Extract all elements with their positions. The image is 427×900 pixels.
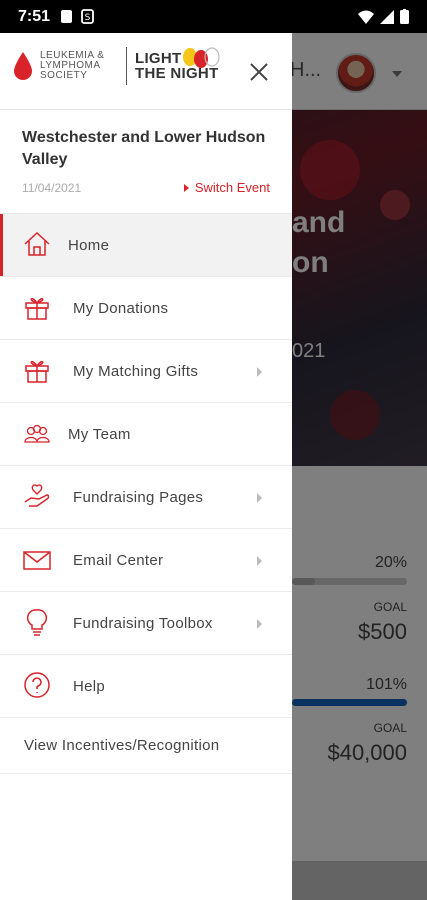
battery-icon	[400, 9, 409, 24]
navigation-drawer: LEUKEMIA & LYMPHOMA SOCIETY LIGHT THE NI…	[0, 33, 292, 900]
chevron-right-icon	[257, 619, 262, 629]
help-icon	[24, 672, 50, 698]
menu-item-label: My Matching Gifts	[73, 362, 199, 380]
gift-icon	[25, 297, 49, 320]
chevron-right-icon	[257, 493, 262, 503]
home-icon	[24, 231, 50, 256]
close-icon[interactable]	[248, 61, 270, 83]
team-icon	[24, 424, 50, 443]
envelope-icon	[23, 551, 51, 570]
menu-item-label: My Team	[68, 425, 131, 443]
menu-item-view-incentives[interactable]: View Incentives/Recognition	[0, 718, 292, 774]
status-time: 7:51	[18, 7, 51, 25]
notification-s-icon: S	[81, 9, 94, 24]
event-info: Westchester and Lower Hudson Valley 11/0…	[0, 110, 292, 214]
wifi-icon	[358, 10, 374, 24]
menu-item-email-center[interactable]: Email Center	[0, 529, 292, 592]
balloons-icon	[183, 47, 220, 68]
chevron-right-icon	[257, 367, 262, 377]
chevron-right-icon	[257, 556, 262, 566]
lls-wordmark: LEUKEMIA & LYMPHOMA SOCIETY	[40, 50, 105, 81]
menu-item-label: View Incentives/Recognition	[24, 737, 220, 754]
menu-item-my-donations[interactable]: My Donations	[0, 277, 292, 340]
menu-item-label: Fundraising Pages	[73, 488, 204, 506]
menu-item-fundraising-pages[interactable]: Fundraising Pages	[0, 466, 292, 529]
notification-doc-icon	[61, 10, 73, 23]
status-bar: 7:51 S	[0, 0, 427, 33]
menu-item-help[interactable]: Help	[0, 655, 292, 718]
logo-divider	[126, 47, 127, 85]
status-icons	[358, 9, 409, 24]
menu-item-label: Home	[68, 236, 110, 254]
menu-item-my-team[interactable]: My Team	[0, 403, 292, 466]
svg-text:S: S	[85, 13, 91, 23]
hand-heart-icon	[24, 484, 50, 507]
menu-item-label: Email Center	[73, 551, 164, 569]
switch-event-label: Switch Event	[194, 180, 270, 195]
switch-event-link[interactable]: Switch Event	[183, 180, 270, 195]
drawer-menu: Home My Donations My Matching Gifts My T…	[0, 214, 292, 774]
signal-icon	[380, 9, 394, 24]
menu-item-label: Fundraising Toolbox	[73, 614, 213, 632]
lightbulb-icon	[26, 609, 48, 636]
menu-item-fundraising-toolbox[interactable]: Fundraising Toolbox	[0, 592, 292, 655]
menu-item-home[interactable]: Home	[0, 214, 292, 277]
gift-icon	[25, 360, 49, 383]
menu-item-my-matching-gifts[interactable]: My Matching Gifts	[0, 340, 292, 403]
drawer-header: LEUKEMIA & LYMPHOMA SOCIETY LIGHT THE NI…	[0, 33, 292, 110]
event-date: 11/04/2021	[22, 181, 82, 195]
menu-item-label: Help	[73, 677, 106, 695]
caret-right-icon	[183, 183, 189, 192]
menu-item-label: My Donations	[73, 299, 169, 317]
event-name: Westchester and Lower Hudson Valley	[22, 129, 266, 168]
blood-drop-icon	[14, 52, 32, 80]
